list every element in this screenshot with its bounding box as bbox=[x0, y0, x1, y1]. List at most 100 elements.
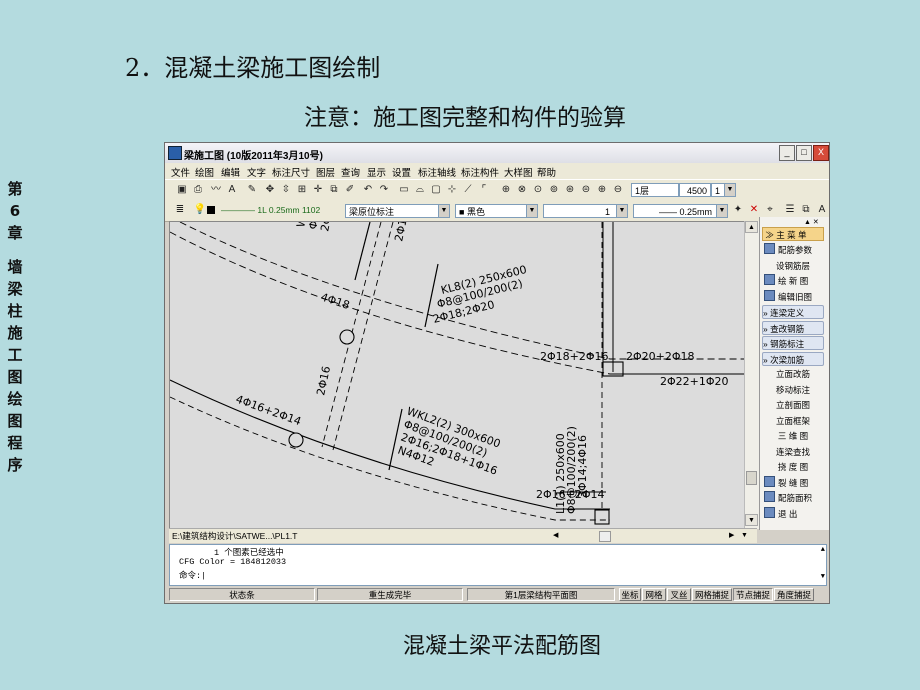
maximize-button[interactable]: □ bbox=[796, 145, 812, 161]
menu-dimension[interactable]: 标注尺寸 bbox=[272, 165, 310, 179]
layer-select[interactable]: 梁原位标注 bbox=[345, 204, 439, 218]
menu-draw[interactable]: 绘图 bbox=[195, 165, 214, 179]
zoom-realtime-icon[interactable]: ⊜ bbox=[579, 183, 593, 197]
menu-item[interactable]: 编辑旧图 bbox=[762, 289, 824, 304]
hscroll-left-arrow[interactable]: ◀ bbox=[553, 529, 558, 543]
arc-icon[interactable]: ⌓ bbox=[413, 183, 427, 197]
menu-layer[interactable]: 图层 bbox=[316, 165, 335, 179]
main-menu-head[interactable]: ≫ 主 菜 单 bbox=[762, 227, 824, 241]
scroll-thumb[interactable] bbox=[746, 471, 757, 485]
toggle-grid-snap[interactable]: 网格捕捉 bbox=[692, 588, 732, 601]
menu-detail[interactable]: 大样图 bbox=[504, 165, 533, 179]
menu-item[interactable]: 设钢筋层 bbox=[762, 259, 824, 273]
crosshair-icon[interactable]: ✛ bbox=[311, 183, 325, 197]
menu-item[interactable]: » 钢筋标注 bbox=[762, 336, 824, 350]
zoom-extent-icon[interactable]: ⊚ bbox=[547, 183, 561, 197]
layer-dropdown-arrow[interactable]: ▼ bbox=[438, 204, 450, 218]
line-trim-icon[interactable]: ⟋ bbox=[461, 183, 475, 197]
undo-icon[interactable]: ↶ bbox=[361, 183, 375, 197]
delete-x-icon[interactable]: ✕ bbox=[747, 203, 761, 217]
scroll-down-arrow[interactable]: ▼ bbox=[745, 514, 758, 526]
menu-help[interactable]: 帮助 bbox=[537, 165, 556, 179]
zoom-prev-icon[interactable]: ⊙ bbox=[531, 183, 545, 197]
menu-item[interactable]: 立面框架 bbox=[762, 414, 824, 428]
toggle-coords[interactable]: 坐标 bbox=[619, 588, 641, 601]
hscroll-right-arrow[interactable]: ▶ bbox=[729, 529, 734, 543]
lightbulb-icon[interactable]: ✦ bbox=[731, 203, 745, 217]
linetype-select[interactable]: 1 bbox=[543, 204, 617, 218]
command-area[interactable]: 1 个图素已经选中 CFG Color = 184812033 命令:| ▲ ▼ bbox=[169, 544, 827, 586]
menu-item[interactable]: 绘 新 图 bbox=[762, 274, 824, 288]
rect-icon[interactable]: ▢ bbox=[429, 183, 443, 197]
menu-item[interactable]: 退 出 bbox=[762, 506, 824, 521]
text-a-icon[interactable]: A bbox=[815, 203, 829, 217]
menu-query[interactable]: 查询 bbox=[341, 165, 360, 179]
drawing-canvas[interactable]: 4Φ18 KL8(2) 250x600 Φ8@100/200(2) 2Φ18;2… bbox=[169, 221, 757, 530]
zoom-window-icon[interactable]: ⊕ bbox=[499, 183, 513, 197]
command-prompt[interactable]: 命令:| bbox=[179, 569, 206, 581]
menu-item[interactable]: 配筋面积 bbox=[762, 491, 824, 505]
height-field[interactable]: 4500 bbox=[679, 183, 711, 197]
count-field[interactable]: 1 bbox=[711, 183, 725, 197]
toggle-angle-snap[interactable]: 角度捕捉 bbox=[774, 588, 814, 601]
up-down-icon[interactable]: ⇳ bbox=[279, 183, 293, 197]
menu-member[interactable]: 标注构件 bbox=[461, 165, 499, 179]
move-icon[interactable]: ✥ bbox=[263, 183, 277, 197]
menu-item[interactable]: 立面改筋 bbox=[762, 367, 824, 381]
redo-icon[interactable]: ↷ bbox=[377, 183, 391, 197]
hscroll-menu-arrow[interactable]: ▼ bbox=[741, 529, 748, 543]
menu-axis[interactable]: 标注轴线 bbox=[418, 165, 456, 179]
zigzag-icon[interactable]: 〰 bbox=[209, 183, 223, 197]
menu-file[interactable]: 文件 bbox=[171, 165, 190, 179]
menu-item[interactable]: 裂 缝 图 bbox=[762, 475, 824, 490]
color-select[interactable]: ■ 黑色 bbox=[455, 204, 527, 218]
floor-select[interactable]: 1层 bbox=[631, 183, 679, 197]
menu-item[interactable]: » 连梁定义 bbox=[762, 305, 824, 319]
minimize-button[interactable]: _ bbox=[779, 145, 795, 161]
toggle-crosshair[interactable]: 叉丝 bbox=[667, 588, 691, 601]
scroll-up-arrow[interactable]: ▲ bbox=[745, 221, 758, 233]
menu-item[interactable]: 立剖面图 bbox=[762, 398, 824, 412]
menu-item[interactable]: » 次梁加筋 bbox=[762, 351, 824, 366]
zoom-pan-icon[interactable]: ⊗ bbox=[515, 183, 529, 197]
save-icon[interactable]: ▣ bbox=[175, 183, 189, 197]
menu-edit[interactable]: 编辑 bbox=[221, 165, 240, 179]
menu-text[interactable]: 文字 bbox=[247, 165, 266, 179]
print-icon[interactable]: ⎙ bbox=[191, 183, 205, 197]
list-icon[interactable]: ☰ bbox=[783, 203, 797, 217]
cmd-scroll-up-arrow[interactable]: ▲ bbox=[821, 546, 825, 554]
color-dropdown-arrow[interactable]: ▼ bbox=[526, 204, 538, 218]
zoom-in-icon[interactable]: ⊕ bbox=[595, 183, 609, 197]
snap-icon[interactable]: ⌖ bbox=[763, 203, 777, 217]
menu-item[interactable]: 移动标注 bbox=[762, 383, 824, 397]
cmd-scroll-down-arrow[interactable]: ▼ bbox=[821, 573, 825, 581]
pencil-icon[interactable]: ✎ bbox=[245, 183, 259, 197]
close-button[interactable]: X bbox=[813, 145, 829, 161]
panel-close-row[interactable]: ▲ ✕ bbox=[804, 218, 819, 226]
menu-item[interactable]: 挠 度 图 bbox=[762, 460, 824, 474]
toggle-grid[interactable]: 网格 bbox=[642, 588, 666, 601]
text-style-icon[interactable]: A bbox=[225, 183, 239, 197]
canvas-vertical-scrollbar[interactable]: ▲ ▼ bbox=[744, 221, 759, 529]
menu-item[interactable]: 配筋参数 bbox=[762, 243, 824, 257]
hscroll-thumb[interactable] bbox=[599, 531, 611, 542]
menu-view[interactable]: 显示 bbox=[367, 165, 386, 179]
bulb-icon[interactable]: 💡 bbox=[193, 203, 207, 217]
line-cut-icon[interactable]: ⊹ bbox=[445, 183, 459, 197]
menu-item[interactable]: 三 维 图 bbox=[762, 429, 824, 443]
copy-icon[interactable]: ⧉ bbox=[327, 183, 341, 197]
zoom-out-icon[interactable]: ⊖ bbox=[611, 183, 625, 197]
layers-icon[interactable]: ≣ bbox=[173, 203, 187, 217]
menu-settings[interactable]: 设置 bbox=[392, 165, 411, 179]
new-doc-icon[interactable]: ▭ bbox=[397, 183, 411, 197]
brush-icon[interactable]: ✐ bbox=[343, 183, 357, 197]
menu-item[interactable]: » 查改钢筋 bbox=[762, 320, 824, 335]
toggle-node-snap[interactable]: 节点捕捉 bbox=[733, 588, 773, 601]
floor-dropdown-arrow[interactable]: ▼ bbox=[724, 183, 736, 197]
linetype-dropdown-arrow[interactable]: ▼ bbox=[616, 204, 628, 218]
menu-item[interactable]: 连梁查找 bbox=[762, 445, 824, 459]
linewidth-select[interactable]: —— 0.25mm bbox=[633, 204, 717, 218]
linewidth-dropdown-arrow[interactable]: ▼ bbox=[716, 204, 728, 218]
grid-icon[interactable]: ⊞ bbox=[295, 183, 309, 197]
corner-icon[interactable]: ⌜ bbox=[477, 183, 491, 197]
